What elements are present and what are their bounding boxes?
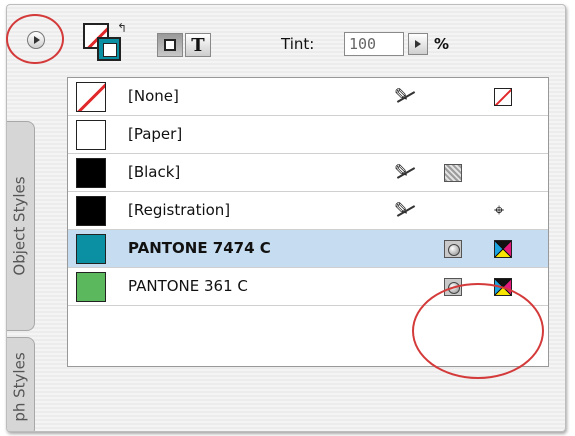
swatch-name: [None] (128, 87, 179, 105)
spot-color-icon (444, 278, 462, 296)
panel-menu-triangle-icon (34, 36, 40, 44)
formatting-container-button[interactable] (157, 33, 183, 57)
swatch-row-selected[interactable]: PANTONE 7474 C (68, 230, 548, 268)
cmyk-process-icon (494, 278, 512, 296)
tint-label: Tint: (281, 35, 315, 53)
swap-arrow-icon[interactable]: ↰ (117, 21, 127, 35)
swatches-panel: ↰ T Tint: 100 % Object Styles ph Styles … (6, 4, 566, 432)
formatting-text-icon: T (191, 34, 205, 56)
swatch-name: [Black] (128, 163, 181, 181)
grayscale-mode-icon (444, 164, 462, 182)
swatch-chip (76, 196, 106, 226)
swatch-chip (76, 158, 106, 188)
locked-pencil-icon: ✎ (394, 161, 410, 182)
tab-object-styles[interactable]: Object Styles (7, 121, 35, 331)
fill-stroke-swatch-icon[interactable]: ↰ (81, 19, 127, 65)
tint-arrow-icon (415, 40, 421, 48)
registration-target-icon: ⌖ (494, 200, 505, 221)
stroke-color-icon[interactable] (97, 37, 121, 61)
swatch-row[interactable]: [Registration] ✎ ⌖ (68, 192, 548, 230)
tint-input[interactable]: 100 (344, 32, 404, 56)
formatting-container-icon (164, 39, 176, 51)
swatch-row[interactable]: PANTONE 361 C (68, 268, 548, 306)
cmyk-process-icon (494, 240, 512, 258)
swatch-chip (76, 234, 106, 264)
formatting-text-button[interactable]: T (185, 33, 211, 57)
swatch-list: [None] ✎ [Paper] [Black] ✎ [Registration… (67, 77, 549, 367)
none-type-icon (494, 88, 512, 106)
tint-slider-button[interactable] (408, 33, 428, 55)
spot-color-icon (444, 240, 462, 258)
swatch-row[interactable]: [Paper] (68, 116, 548, 154)
panel-menu-button[interactable] (27, 31, 45, 49)
tint-percent-unit: % (434, 35, 450, 53)
swatch-chip (76, 82, 106, 112)
swatch-name: PANTONE 7474 C (128, 239, 271, 257)
swatch-chip (76, 120, 106, 150)
panel-toolbar: ↰ T Tint: 100 % (7, 5, 565, 73)
tab-paragraph-styles[interactable]: ph Styles (7, 337, 35, 431)
swatch-row[interactable]: [Black] ✎ (68, 154, 548, 192)
locked-pencil-icon: ✎ (394, 199, 410, 220)
tab-paragraph-styles-label: ph Styles (11, 352, 30, 422)
locked-pencil-icon: ✎ (394, 85, 410, 106)
swatch-name: [Paper] (128, 125, 183, 143)
tab-object-styles-label: Object Styles (11, 176, 29, 276)
swatch-row[interactable]: [None] ✎ (68, 78, 548, 116)
swatch-name: PANTONE 361 C (128, 277, 248, 295)
swatch-name: [Registration] (128, 201, 231, 219)
swatch-chip (76, 272, 106, 302)
